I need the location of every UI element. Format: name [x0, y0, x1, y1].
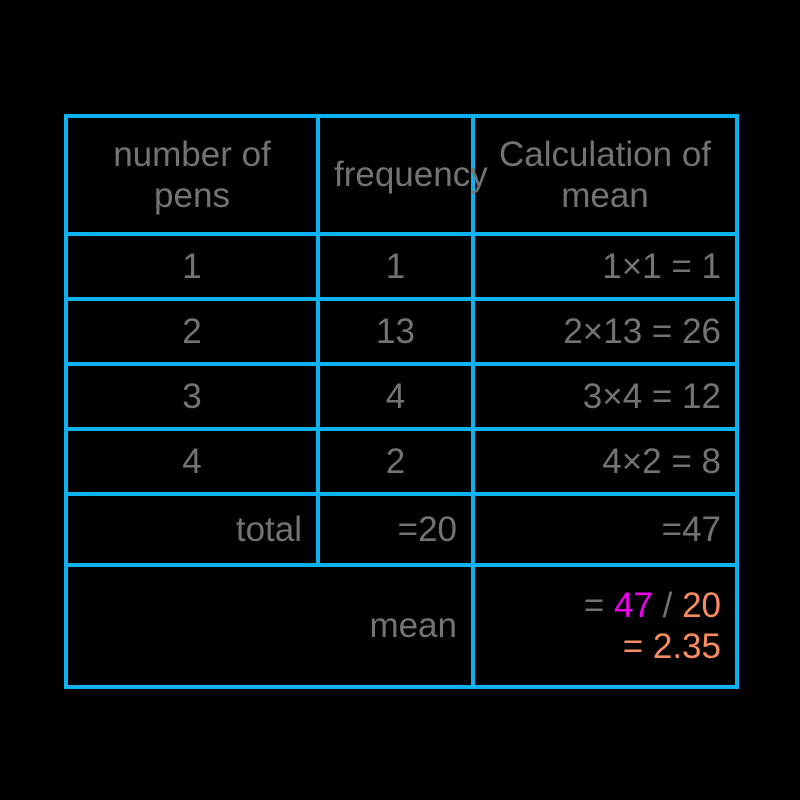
cell-calculation: 4×2 = 8: [471, 427, 739, 496]
canvas: number of pens frequency Calculation of …: [0, 0, 800, 800]
mean-numerator: 47: [613, 585, 653, 625]
cell-frequency: 13: [316, 297, 475, 366]
cell-calculation: 1×1 = 1: [471, 232, 739, 301]
cell-frequency: 1: [316, 232, 475, 301]
mean-calculation-cell: = 47 / 20 = 2.35: [471, 563, 739, 689]
mean-equals-sign: =: [583, 585, 614, 625]
cell-calculation: 3×4 = 12: [471, 362, 739, 431]
cell-calculation: 2×13 = 26: [471, 297, 739, 366]
total-frequency-value: =20: [316, 492, 475, 567]
mean-denominator: 20: [682, 585, 721, 625]
header-number-of-pens: number of pens: [64, 114, 320, 236]
cell-pens: 3: [64, 362, 320, 431]
header-calculation-of-mean: Calculation of mean: [471, 114, 739, 236]
mean-result-line: = 2.35: [622, 627, 721, 666]
frequency-mean-table: number of pens frequency Calculation of …: [64, 114, 739, 689]
table-total-row: total =20 =47: [64, 492, 739, 567]
cell-frequency: 4: [316, 362, 475, 431]
mean-divider-sign: /: [652, 585, 683, 625]
table-mean-row: mean = 47 / 20 = 2.35: [64, 563, 739, 689]
table-row: 4 2 4×2 = 8: [64, 427, 739, 496]
table-row: 2 13 2×13 = 26: [64, 297, 739, 366]
header-frequency: frequency: [316, 114, 488, 236]
cell-pens: 1: [64, 232, 320, 301]
mean-label: mean: [64, 563, 475, 689]
mean-fraction-line: = 47 / 20: [489, 585, 721, 626]
table-header-row: number of pens frequency Calculation of …: [64, 114, 739, 236]
total-calculation-value: =47: [471, 492, 739, 567]
cell-pens: 4: [64, 427, 320, 496]
cell-pens: 2: [64, 297, 320, 366]
table-row: 3 4 3×4 = 12: [64, 362, 739, 431]
total-label: total: [64, 492, 320, 567]
table-row: 1 1 1×1 = 1: [64, 232, 739, 301]
cell-frequency: 2: [316, 427, 475, 496]
